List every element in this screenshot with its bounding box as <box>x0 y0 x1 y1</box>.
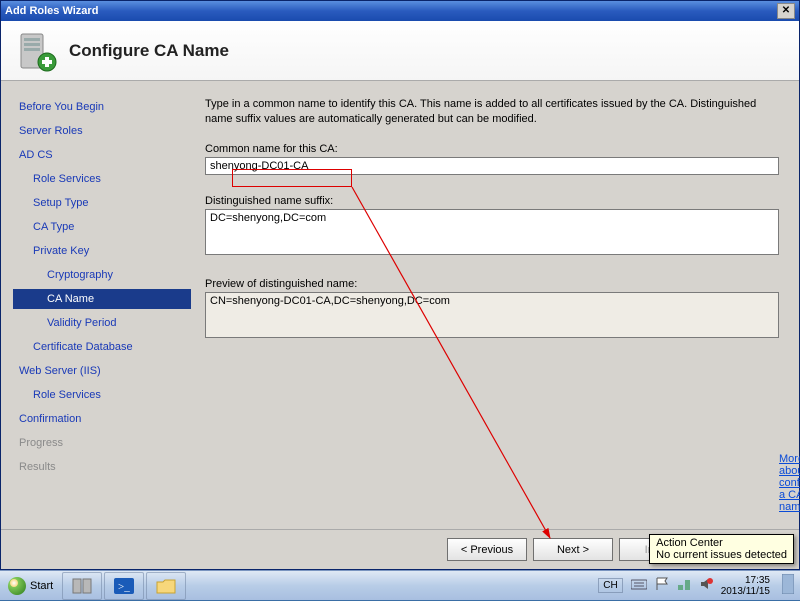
sidebar-item[interactable]: Web Server (IIS) <box>13 361 191 381</box>
next-button[interactable]: Next > <box>533 538 613 561</box>
sidebar-item[interactable]: Confirmation <box>13 409 191 429</box>
titlebar[interactable]: Add Roles Wizard ✕ <box>1 1 799 21</box>
sidebar-item[interactable]: Role Services <box>13 169 191 189</box>
dn-suffix-label: Distinguished name suffix: <box>205 195 779 207</box>
sidebar-item[interactable]: Server Roles <box>13 121 191 141</box>
system-tray: CH 17:35 2013/11/15 <box>592 571 800 601</box>
wizard-window: Add Roles Wizard ✕ Configure CA Name Bef… <box>0 0 800 570</box>
svg-text:>_: >_ <box>118 581 130 593</box>
sidebar-item[interactable]: Setup Type <box>13 193 191 213</box>
sidebar-item[interactable]: Role Services <box>13 385 191 405</box>
clock-time: 17:35 <box>721 575 770 586</box>
taskbar-item-powershell[interactable]: >_ <box>104 572 144 600</box>
wizard-body: Before You Begin Server Roles AD CS Role Se… <box>1 83 799 529</box>
common-name-label: Common name for this CA: <box>205 143 779 155</box>
sidebar-item[interactable]: CA Name <box>13 289 191 309</box>
taskbar-clock[interactable]: 17:35 2013/11/15 <box>721 575 774 597</box>
description-text: Type in a common name to identify this C… <box>205 97 779 127</box>
sidebar-item: Progress <box>13 433 191 453</box>
taskbar-item-explorer[interactable] <box>146 572 186 600</box>
windows-orb-icon <box>8 577 26 595</box>
server-icon <box>15 30 57 72</box>
wizard-content: Type in a common name to identify this C… <box>191 89 793 527</box>
preview-label: Preview of distinguished name: <box>205 278 779 290</box>
clock-date: 2013/11/15 <box>721 586 770 597</box>
common-name-input[interactable] <box>205 157 779 175</box>
more-link[interactable]: More about configuring a CA name <box>779 453 800 513</box>
sidebar-item[interactable]: Before You Begin <box>13 97 191 117</box>
sidebar-item[interactable]: Certificate Database <box>13 337 191 357</box>
tooltip-body: No current issues detected <box>656 549 787 561</box>
network-icon[interactable] <box>677 577 691 594</box>
volume-icon[interactable] <box>699 577 713 594</box>
taskbar-item-server-manager[interactable] <box>62 572 102 600</box>
sidebar-item[interactable]: CA Type <box>13 217 191 237</box>
sidebar-item[interactable]: AD CS <box>13 145 191 165</box>
sidebar-item[interactable]: Cryptography <box>13 265 191 285</box>
window-title: Add Roles Wizard <box>5 5 777 17</box>
dn-suffix-input[interactable]: DC=shenyong,DC=com <box>205 209 779 255</box>
show-desktop-button[interactable] <box>782 574 794 597</box>
tooltip-title: Action Center <box>656 537 787 549</box>
language-indicator[interactable]: CH <box>598 578 622 593</box>
wizard-header: Configure CA Name <box>1 21 799 81</box>
sidebar-item[interactable]: Validity Period <box>13 313 191 333</box>
wizard-sidebar: Before You Begin Server Roles AD CS Role Se… <box>1 89 191 527</box>
page-title: Configure CA Name <box>69 41 229 61</box>
sidebar-item[interactable]: Private Key <box>13 241 191 261</box>
taskbar: Start >_ CH 17:35 2013/11/15 <box>0 570 800 600</box>
sidebar-item: Results <box>13 457 191 477</box>
preview-output: CN=shenyong-DC01-CA,DC=shenyong,DC=com <box>205 292 779 338</box>
previous-button[interactable]: < Previous <box>447 538 527 561</box>
action-center-tooltip: Action Center No current issues detected <box>649 534 794 564</box>
close-button[interactable]: ✕ <box>777 3 795 19</box>
keyboard-icon[interactable] <box>631 578 647 593</box>
start-button[interactable]: Start <box>0 571 61 601</box>
flag-icon[interactable] <box>655 577 669 594</box>
start-label: Start <box>30 580 53 592</box>
taskbar-pinned: >_ <box>61 571 187 601</box>
